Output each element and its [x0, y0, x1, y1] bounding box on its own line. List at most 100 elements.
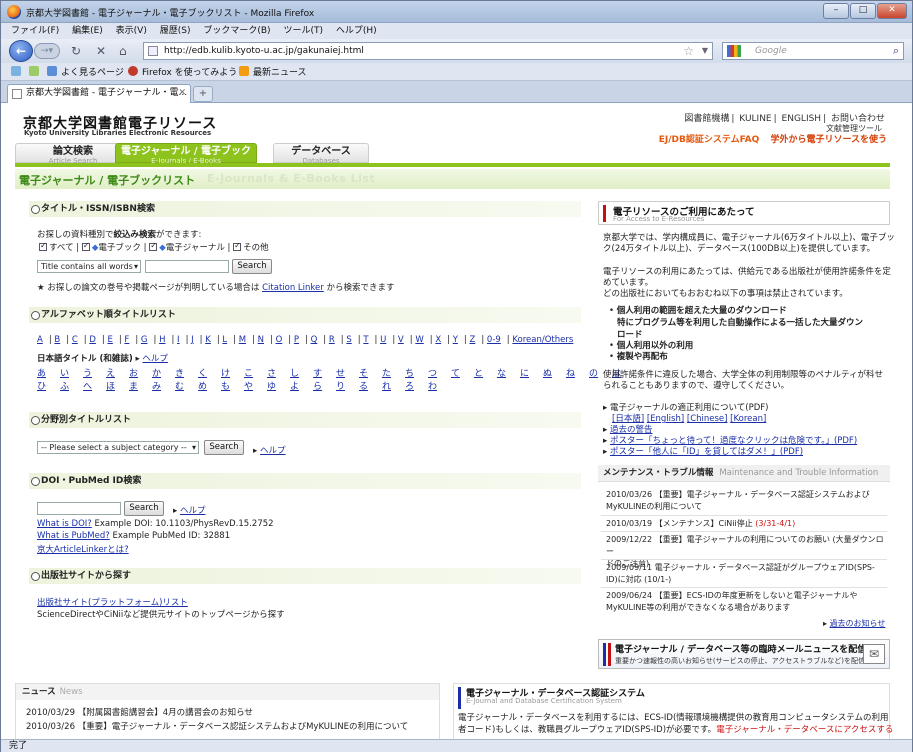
- close-button[interactable]: ✕: [877, 3, 907, 19]
- title-search-input[interactable]: [145, 260, 229, 273]
- new-tab-button[interactable]: +: [193, 86, 213, 102]
- maintenance-item-5[interactable]: 2009/06/24 【重要】ECS-IDの年度更新をしないと電子ジャーナルや M…: [606, 590, 886, 614]
- kana-link[interactable]: み: [152, 379, 175, 392]
- what-is-doi-link[interactable]: What is DOI?: [37, 519, 92, 529]
- maintenance-item-1[interactable]: 2010/03/26 【重要】電子ジャーナル・データベース認証システムおよび My…: [606, 489, 886, 513]
- kana-link[interactable]: ま: [129, 379, 152, 392]
- kana-link[interactable]: き: [175, 366, 198, 379]
- kana-link[interactable]: く: [198, 366, 221, 379]
- alpha-link-s[interactable]: S: [346, 335, 351, 345]
- alpha-link-z[interactable]: Z: [470, 335, 476, 345]
- doi-input[interactable]: [37, 502, 121, 515]
- article-linker-link[interactable]: 京大ArticleLinkerとは?: [37, 545, 129, 555]
- kana-link[interactable]: か: [152, 366, 175, 379]
- stop-icon[interactable]: ✕: [96, 44, 106, 58]
- alpha-link-k[interactable]: K: [205, 335, 211, 345]
- doi-help-link[interactable]: ヘルプ: [180, 506, 206, 516]
- alpha-link-a[interactable]: A: [37, 335, 43, 345]
- alpha-link-f[interactable]: F: [124, 335, 129, 345]
- subject-search-button[interactable]: Search: [204, 440, 244, 455]
- alpha-link-g[interactable]: G: [141, 335, 148, 345]
- kana-link[interactable]: わ: [428, 379, 451, 392]
- alpha-link-d[interactable]: D: [89, 335, 96, 345]
- kana-link[interactable]: こ: [244, 366, 267, 379]
- title-match-select[interactable]: Title contains all words: [37, 260, 141, 273]
- tab-article-search[interactable]: 論文検索 Article Search: [15, 143, 131, 165]
- tab-databases[interactable]: データベース Databases: [273, 143, 369, 165]
- kana-link[interactable]: お: [129, 366, 152, 379]
- alpha-link-b[interactable]: B: [54, 335, 60, 345]
- kana-link[interactable]: よ: [290, 379, 313, 392]
- kana-link[interactable]: ふ: [60, 379, 83, 392]
- menu-help[interactable]: ヘルプ(H): [336, 23, 377, 39]
- news-item-2[interactable]: 2010/03/26 【重要】電子ジャーナル・データベース認証システムおよびMy…: [26, 720, 408, 732]
- reload-icon[interactable]: ↻: [71, 44, 81, 58]
- alpha-link-l[interactable]: L: [222, 335, 227, 345]
- bookmark-star-icon[interactable]: ☆: [683, 43, 694, 59]
- alpha-link-j[interactable]: J: [191, 335, 194, 345]
- alpha-help-link[interactable]: ヘルプ: [142, 354, 168, 364]
- alpha-link-x[interactable]: X: [435, 335, 441, 345]
- poster-id-link[interactable]: ポスター「他人に「ID」を貸してはダメ！」(PDF): [610, 447, 803, 457]
- kana-link[interactable]: あ: [37, 366, 60, 379]
- browser-tab[interactable]: 京都大学図書館 - 電子ジャーナル・電... ✕: [7, 84, 191, 103]
- kana-link[interactable]: し: [290, 366, 313, 379]
- kana-link[interactable]: ひ: [37, 379, 60, 392]
- kana-link[interactable]: ね: [566, 366, 589, 379]
- kana-link[interactable]: ぬ: [543, 366, 566, 379]
- alpha-link-e[interactable]: E: [107, 335, 112, 345]
- alpha-link-n[interactable]: N: [258, 335, 264, 345]
- alpha-link-p[interactable]: P: [294, 335, 299, 345]
- alpha-link-m[interactable]: M: [239, 335, 246, 345]
- back-button[interactable]: ←: [9, 40, 33, 62]
- menu-edit[interactable]: 編集(E): [72, 23, 103, 39]
- alpha-link-h[interactable]: H: [159, 335, 165, 345]
- search-icon[interactable]: ⌕: [893, 43, 899, 59]
- alpha-link-c[interactable]: C: [72, 335, 78, 345]
- menu-file[interactable]: ファイル(F): [11, 23, 59, 39]
- kana-link[interactable]: う: [83, 366, 106, 379]
- publisher-list-link[interactable]: 出版社サイト(プラットフォーム)リスト: [37, 598, 188, 608]
- google-icon[interactable]: g: [727, 45, 741, 57]
- kana-link[interactable]: も: [221, 379, 244, 392]
- kana-link[interactable]: え: [106, 366, 129, 379]
- kana-link[interactable]: て: [451, 366, 474, 379]
- doi-search-button[interactable]: Search: [124, 501, 164, 516]
- kana-link[interactable]: そ: [359, 366, 382, 379]
- menu-view[interactable]: 表示(V): [116, 23, 147, 39]
- kana-link[interactable]: さ: [267, 366, 290, 379]
- alpha-link-v[interactable]: V: [398, 335, 404, 345]
- minimize-button[interactable]: –: [823, 3, 849, 19]
- url-dropdown-icon[interactable]: ▼: [702, 43, 708, 59]
- checkbox-ebook[interactable]: ◆電子ブック: [81, 241, 141, 253]
- kana-link[interactable]: ほ: [106, 379, 129, 392]
- home-icon[interactable]: ⌂: [119, 44, 127, 58]
- past-notices-link[interactable]: 過去のお知らせ: [830, 619, 886, 628]
- kana-link[interactable]: る: [359, 379, 382, 392]
- kana-link[interactable]: い: [60, 366, 83, 379]
- menu-history[interactable]: 履歴(S): [160, 23, 191, 39]
- menu-tools[interactable]: ツール(T): [283, 23, 323, 39]
- kana-link[interactable]: ら: [313, 379, 336, 392]
- alpha-link-y[interactable]: Y: [453, 335, 458, 345]
- what-is-pubmed-link[interactable]: What is PubMed?: [37, 531, 110, 541]
- lang-zh-link[interactable]: [Chinese]: [687, 414, 728, 424]
- subject-select[interactable]: -- Please select a subject category --: [37, 441, 199, 454]
- kana-link[interactable]: な: [497, 366, 520, 379]
- kana-link[interactable]: ろ: [405, 379, 428, 392]
- search-box[interactable]: g Google ⌕: [722, 42, 904, 60]
- alpha-link-korean-others[interactable]: Korean/Others: [512, 335, 573, 345]
- kana-link[interactable]: す: [313, 366, 336, 379]
- maintenance-item-4[interactable]: 2009/09/11 電子ジャーナル・データベース認証がグループウェアID(SP…: [606, 562, 886, 586]
- alpha-link-r[interactable]: R: [329, 335, 335, 345]
- kana-link[interactable]: ゆ: [267, 379, 290, 392]
- news-item-1[interactable]: 2010/03/29 【附属図書館講習会】4月の講習会のお知らせ: [26, 706, 253, 718]
- kana-link[interactable]: と: [474, 366, 497, 379]
- alpha-link-u[interactable]: U: [380, 335, 386, 345]
- alpha-link-o[interactable]: O: [276, 335, 283, 345]
- kana-link[interactable]: む: [175, 379, 198, 392]
- kana-link[interactable]: へ: [83, 379, 106, 392]
- maximize-button[interactable]: □: [850, 3, 876, 19]
- alpha-link-t[interactable]: T: [363, 335, 368, 345]
- bookmark-icon-2[interactable]: [29, 66, 43, 79]
